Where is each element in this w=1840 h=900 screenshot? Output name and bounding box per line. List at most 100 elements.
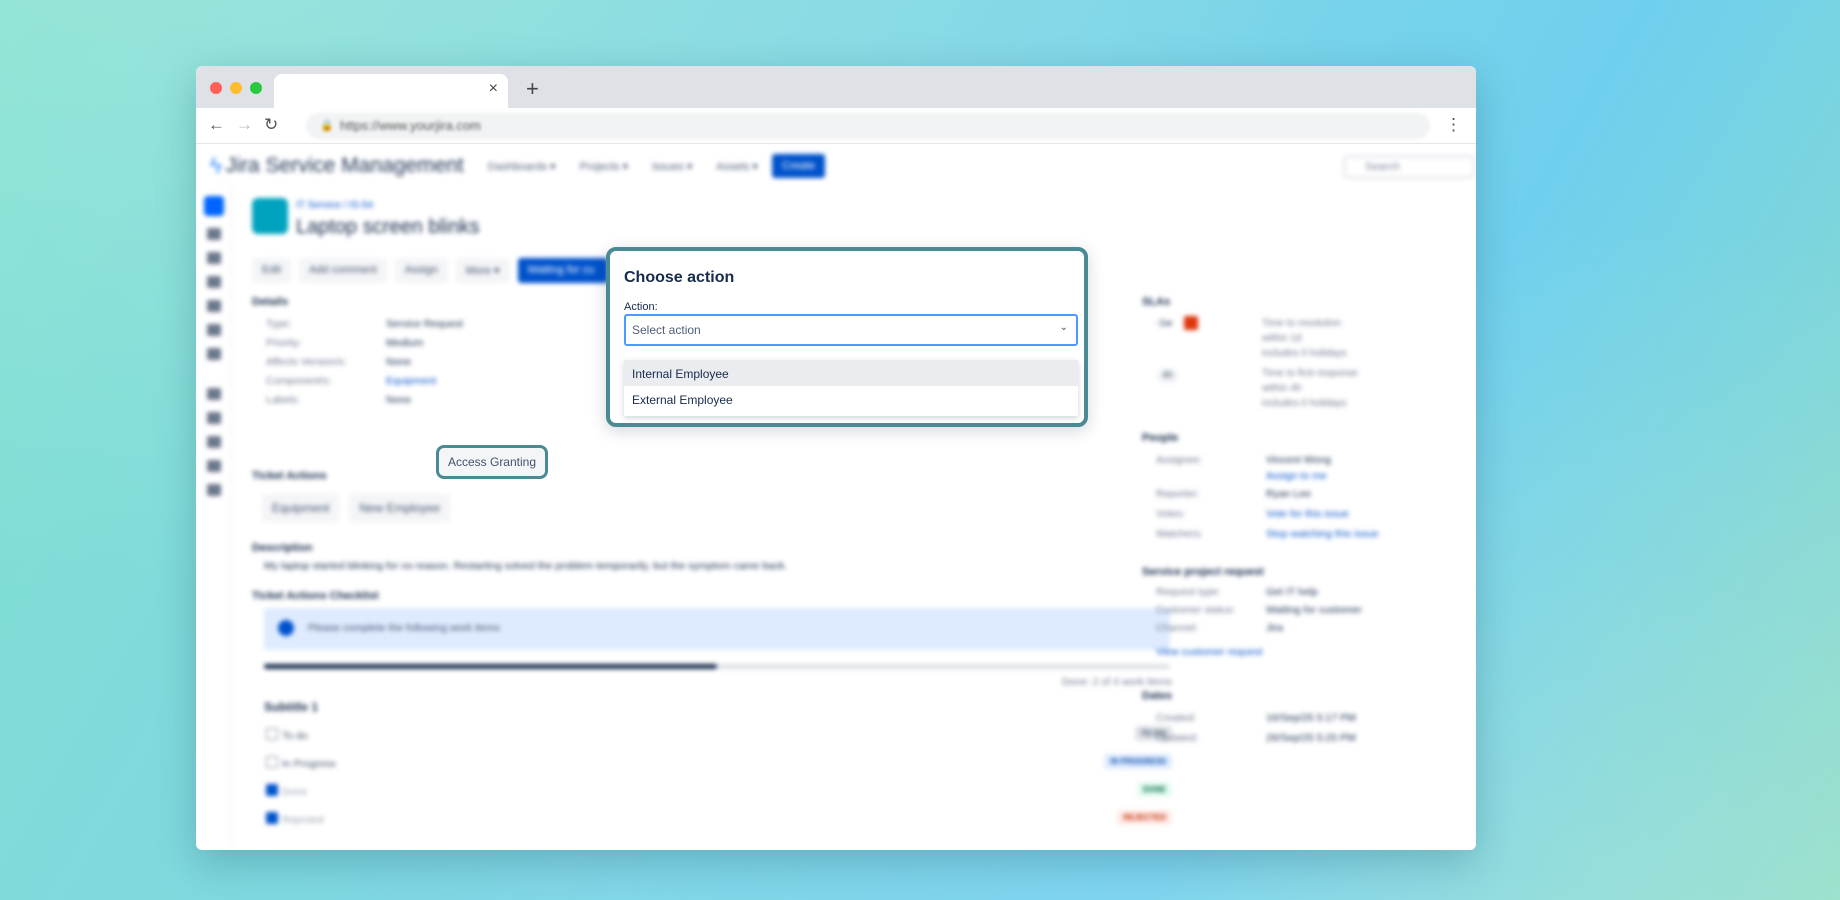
votes-label: Votes:: [1156, 508, 1186, 520]
edit-button[interactable]: Edit: [252, 258, 291, 283]
request-type-label: Request type:: [1156, 586, 1221, 598]
vote-link[interactable]: Vote for this issue: [1266, 508, 1466, 520]
settings-icon[interactable]: [206, 484, 221, 496]
created-value: 16/Sep/25 5:17 PM: [1266, 712, 1356, 724]
channels-icon[interactable]: [206, 388, 221, 400]
breadcrumb[interactable]: IT Service / IS-54: [296, 200, 373, 211]
updated-row: Updated: 26/Sep/25 5:25 PM: [1156, 732, 1356, 744]
sla-response: Time to first response within 4h include…: [1262, 366, 1358, 411]
top-nav: ϟ Jira Service Management Dashboards ▾ P…: [196, 144, 1476, 188]
add-comment-button[interactable]: Add comment: [298, 258, 387, 283]
ticket-actions-heading[interactable]: Ticket Actions: [252, 470, 327, 482]
assignee-label: Assignee:: [1156, 454, 1203, 466]
reports-icon[interactable]: [206, 276, 221, 288]
option-internal-employee[interactable]: Internal Employee: [624, 360, 1078, 386]
customer-status-label: Customer status:: [1156, 604, 1236, 616]
browser-tab[interactable]: ×: [274, 74, 508, 108]
url-field[interactable]: 🔒 https://www.yourjira.com: [306, 113, 1430, 139]
watchers-row: Watchers: Stop watching this issue: [1156, 528, 1379, 540]
checklist-info-text: Please complete the following work items: [308, 622, 501, 634]
nav-issues[interactable]: Issues ▾: [652, 160, 692, 173]
status-button[interactable]: Waiting for cu: [517, 258, 608, 283]
ticket-action-new-employee[interactable]: New Employee: [349, 494, 451, 522]
reporter-value[interactable]: Ryan Lee: [1266, 488, 1466, 500]
search-placeholder: Search: [1365, 161, 1400, 173]
jsm-logo[interactable]: ϟ Jira Service Management: [210, 153, 464, 179]
new-tab-icon[interactable]: +: [526, 76, 539, 102]
assign-to-me-link[interactable]: Assign to me: [1266, 470, 1466, 482]
customer-status-value: Waiting for customer: [1266, 604, 1362, 616]
back-icon[interactable]: ←: [208, 115, 225, 135]
customers-icon[interactable]: [206, 252, 221, 264]
knowledge-icon[interactable]: [206, 324, 221, 336]
status-lozenge-rejected[interactable]: REJECTED: [1117, 810, 1172, 825]
action-select[interactable]: Select action ⌄: [624, 314, 1078, 346]
calendar-icon[interactable]: [206, 300, 221, 312]
close-tab-icon[interactable]: ×: [489, 80, 498, 98]
view-request-row: View customer request: [1156, 646, 1263, 658]
watch-link[interactable]: Stop watching this issue: [1266, 528, 1466, 540]
browser-menu-icon[interactable]: ⋮: [1445, 115, 1462, 135]
sla-resolution-badge: -1w: [1156, 318, 1173, 329]
checklist-subtitle: Subtitle 1: [264, 700, 319, 714]
forward-icon[interactable]: →: [236, 115, 253, 135]
assign-button[interactable]: Assign: [394, 258, 448, 283]
queues-icon[interactable]: [206, 228, 221, 240]
updated-value: 26/Sep/25 5:25 PM: [1266, 732, 1356, 744]
more-button[interactable]: More ▾: [455, 258, 510, 283]
ticket-action-access-granting[interactable]: Access Granting: [436, 445, 548, 479]
watchers-label: Watchers:: [1156, 528, 1203, 540]
status-lozenge-done[interactable]: DONE: [1136, 782, 1172, 797]
maximize-window-button[interactable]: [250, 82, 262, 94]
sla-breached-icon: [1184, 316, 1198, 330]
created-label: Created:: [1156, 712, 1197, 724]
checklist-done-count: Done: 2 of 4 work items: [1061, 676, 1172, 688]
issue-title: Laptop screen blinks: [296, 216, 480, 238]
sla-response-goal: within 4h: [1262, 383, 1302, 394]
assignee-row: Assignee: Vincent Wong: [1156, 454, 1331, 466]
type-value: Service Request: [386, 318, 464, 330]
service-request-heading[interactable]: Service project request: [1142, 566, 1264, 578]
minimize-window-button[interactable]: [230, 82, 242, 94]
slas-heading[interactable]: SLAs: [1142, 296, 1170, 308]
checklist-item-in-progress[interactable]: In Progress: [266, 756, 336, 770]
details-heading[interactable]: Details: [252, 296, 288, 308]
reload-icon[interactable]: ↻: [264, 115, 278, 135]
chat-icon[interactable]: [206, 436, 221, 448]
status-lozenge-in-progress[interactable]: IN PROGRESS: [1104, 754, 1172, 769]
create-button[interactable]: Create: [771, 154, 825, 178]
address-bar-row: ← → ↻ 🔒 https://www.yourjira.com ⋮: [196, 108, 1476, 144]
dates-heading[interactable]: Dates: [1142, 690, 1172, 702]
component-label: Component/s:: [266, 375, 332, 387]
people-heading[interactable]: People: [1142, 432, 1178, 444]
component-link[interactable]: Equipment: [386, 375, 626, 387]
info-icon: [278, 620, 294, 636]
ticket-actions-row: Equipment New Employee: [262, 494, 451, 522]
nav-assets[interactable]: Assets ▾: [716, 160, 758, 173]
assignee-value[interactable]: Vincent Wong: [1266, 454, 1466, 466]
checklist-heading[interactable]: Ticket Actions Checklist: [252, 590, 379, 602]
search-input[interactable]: Search: [1344, 156, 1474, 178]
assets-icon[interactable]: [206, 348, 221, 360]
ticket-action-equipment[interactable]: Equipment: [262, 494, 340, 522]
close-window-button[interactable]: [210, 82, 222, 94]
browser-titlebar: × +: [196, 66, 1476, 108]
people-icon[interactable]: [206, 460, 221, 472]
labels-row: Labels: None: [266, 394, 411, 406]
sla-response-badge: 4h: [1156, 368, 1180, 383]
sla-response-title: Time to first response: [1262, 368, 1358, 379]
url-text: https://www.yourjira.com: [340, 118, 481, 133]
checklist-item-rejected[interactable]: Rejected: [266, 812, 323, 826]
view-customer-request-link[interactable]: View customer request: [1156, 646, 1263, 658]
project-avatar-icon[interactable]: [203, 196, 224, 216]
checklist-item-done[interactable]: Done: [266, 784, 307, 798]
description-heading[interactable]: Description: [252, 542, 313, 554]
checklist-item-todo[interactable]: To do: [266, 728, 308, 742]
pages-icon[interactable]: [206, 412, 221, 424]
channel-value: Jira: [1266, 622, 1283, 634]
option-external-employee[interactable]: External Employee: [624, 386, 1078, 412]
nav-dashboards[interactable]: Dashboards ▾: [488, 160, 556, 173]
nav-projects[interactable]: Projects ▾: [580, 160, 628, 173]
priority-row: Priority: Medium: [266, 337, 423, 349]
checklist-progress-bar: [264, 664, 1170, 669]
